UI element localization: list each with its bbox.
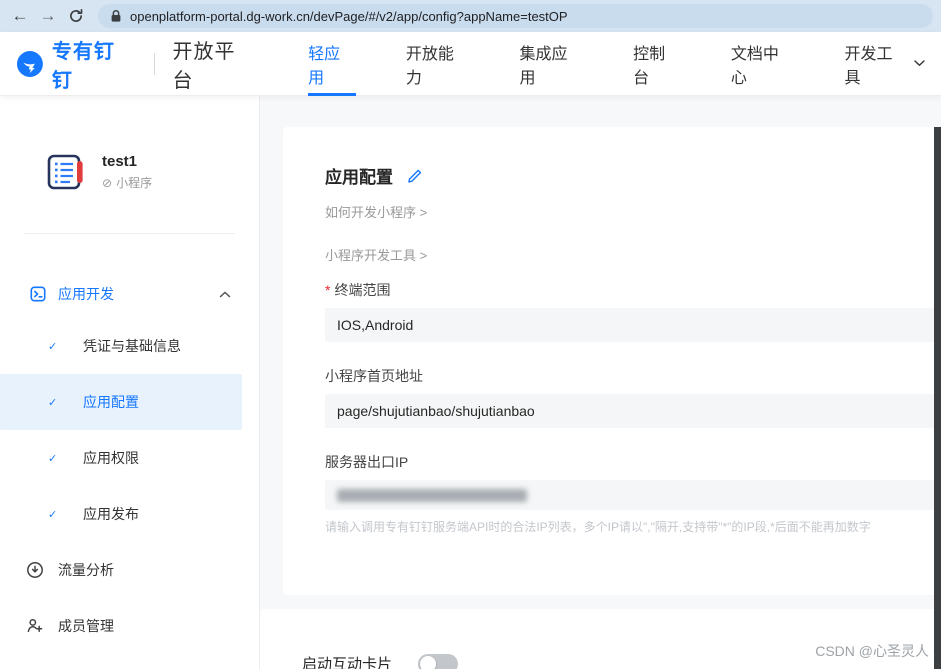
sidebar-group-app-dev[interactable]: 应用开发 <box>0 270 259 318</box>
sidebar-item-label: 流量分析 <box>58 562 114 578</box>
required-asterisk: * <box>325 282 331 298</box>
tab-label: 文档中心 <box>730 45 779 87</box>
csdn-watermark: CSDN @心圣灵人 <box>815 643 929 659</box>
chevron-down-icon <box>914 60 925 66</box>
sidebar-divider <box>24 233 235 234</box>
app-name: test1 <box>102 153 138 170</box>
mini-program-badge-icon: ⊘ <box>102 175 113 190</box>
dingtalk-logo-icon <box>16 50 43 77</box>
check-icon: ✓ <box>48 508 58 521</box>
server-outbound-ip-label: 服务器出口IP <box>325 454 409 470</box>
brand-divider <box>153 52 155 75</box>
sidebar-item-label: 成员管理 <box>58 618 114 634</box>
interactive-card-toggle[interactable] <box>418 653 459 669</box>
app-type-label: 小程序 <box>116 176 153 190</box>
tab-label: 开发工具 <box>844 45 893 87</box>
sidebar: test1 ⊘ 小程序 应用开发 ✓ 凭证与基础信息 ✓ 应用配置 ✓ 应用权限… <box>0 96 260 669</box>
tab-doc-center[interactable]: 文档中心 <box>731 32 795 96</box>
page-title: 应用配置 <box>325 168 393 187</box>
app-meta: test1 ⊘ 小程序 <box>102 153 152 191</box>
terminal-scope-input[interactable] <box>325 308 941 342</box>
sidebar-item-credentials[interactable]: ✓ 凭证与基础信息 <box>0 318 242 374</box>
sidebar-item-member-management[interactable]: 成员管理 <box>0 598 259 654</box>
app-icon <box>47 154 83 190</box>
tab-dev-tools[interactable]: 开发工具 <box>844 32 925 96</box>
interactive-card-label: 启动互动卡片 <box>302 656 393 669</box>
sidebar-item-app-config[interactable]: ✓ 应用配置 <box>0 374 242 430</box>
homepage-address-input[interactable] <box>325 394 941 428</box>
traffic-analysis-icon <box>27 562 43 578</box>
tab-console[interactable]: 控制台 <box>633 32 681 96</box>
tab-open-capability[interactable]: 开放能力 <box>406 32 470 96</box>
sidebar-item-traffic-analysis[interactable]: 流量分析 <box>0 542 259 598</box>
tab-label: 集成应用 <box>519 45 568 87</box>
check-icon: ✓ <box>48 340 58 353</box>
sidebar-item-app-release[interactable]: ✓ 应用发布 <box>0 486 242 542</box>
browser-toolbar: ← → openplatform-portal.dg-work.cn/devPa… <box>0 0 941 32</box>
terminal-scope-label: * 终端范围 <box>325 282 391 298</box>
reload-icon <box>70 9 83 22</box>
app-config-card: 应用配置 如何开发小程序 > 小程序开发工具 > *终端范围 小程序首页地址 服… <box>283 127 941 595</box>
brand-name: 专有钉钉 <box>51 40 115 92</box>
brand-subtitle: 开放平台 <box>172 40 236 92</box>
app-type: ⊘ 小程序 <box>102 174 152 191</box>
brand-logo[interactable]: 专有钉钉 开放平台 <box>16 35 256 93</box>
sidebar-item-label: 凭证与基础信息 <box>83 338 181 354</box>
browser-forward-icon[interactable]: → <box>36 4 60 28</box>
member-management-icon <box>27 618 43 633</box>
app-dev-icon <box>30 286 46 302</box>
app-info: test1 ⊘ 小程序 <box>0 144 259 200</box>
top-nav: 轻应用 开放能力 集成应用 控制台 文档中心 开发工具 <box>308 32 925 96</box>
site-header: 专有钉钉 开放平台 轻应用 开放能力 集成应用 控制台 文档中心 开发工具 <box>0 32 941 96</box>
server-outbound-ip-input[interactable] <box>325 480 941 510</box>
edit-pencil-icon[interactable] <box>407 168 423 184</box>
tab-integrated-app[interactable]: 集成应用 <box>519 32 583 96</box>
homepage-address-label: 小程序首页地址 <box>325 368 423 384</box>
sidebar-item-label: 应用权限 <box>83 450 139 466</box>
tab-light-app[interactable]: 轻应用 <box>308 32 356 96</box>
toggle-knob <box>420 655 437 669</box>
page-scrollbar[interactable] <box>934 127 941 669</box>
browser-back-icon[interactable]: ← <box>8 4 32 28</box>
tab-label: 开放能力 <box>405 45 454 87</box>
address-bar[interactable]: openplatform-portal.dg-work.cn/devPage/#… <box>98 4 933 28</box>
tab-label: 轻应用 <box>308 45 341 87</box>
screen: ← → openplatform-portal.dg-work.cn/devPa… <box>0 0 941 669</box>
browser-reload-icon[interactable] <box>64 4 88 28</box>
redacted-ip-value <box>337 488 527 502</box>
lock-icon <box>111 10 121 22</box>
link-how-to-dev-miniprogram[interactable]: 如何开发小程序 > <box>325 202 941 221</box>
check-icon: ✓ <box>48 396 58 409</box>
link-miniprogram-dev-tool[interactable]: 小程序开发工具 > <box>325 245 941 264</box>
server-ip-hint: 请输入调用专有钉钉服务端API时的合法IP列表，多个IP请以","隔开,支持带"… <box>325 520 871 534</box>
sidebar-item-app-permissions[interactable]: ✓ 应用权限 <box>0 430 242 486</box>
sidebar-item-label: 应用配置 <box>83 394 139 410</box>
sidebar-item-label: 应用发布 <box>83 506 139 522</box>
main-content: 应用配置 如何开发小程序 > 小程序开发工具 > *终端范围 小程序首页地址 服… <box>260 96 941 669</box>
body-row: test1 ⊘ 小程序 应用开发 ✓ 凭证与基础信息 ✓ 应用配置 ✓ 应用权限… <box>0 96 941 669</box>
sidebar-group-label: 应用开发 <box>58 286 114 302</box>
chevron-up-icon <box>219 291 231 297</box>
tab-label: 控制台 <box>633 45 666 87</box>
check-icon: ✓ <box>48 452 58 465</box>
url-text: openplatform-portal.dg-work.cn/devPage/#… <box>130 8 568 24</box>
